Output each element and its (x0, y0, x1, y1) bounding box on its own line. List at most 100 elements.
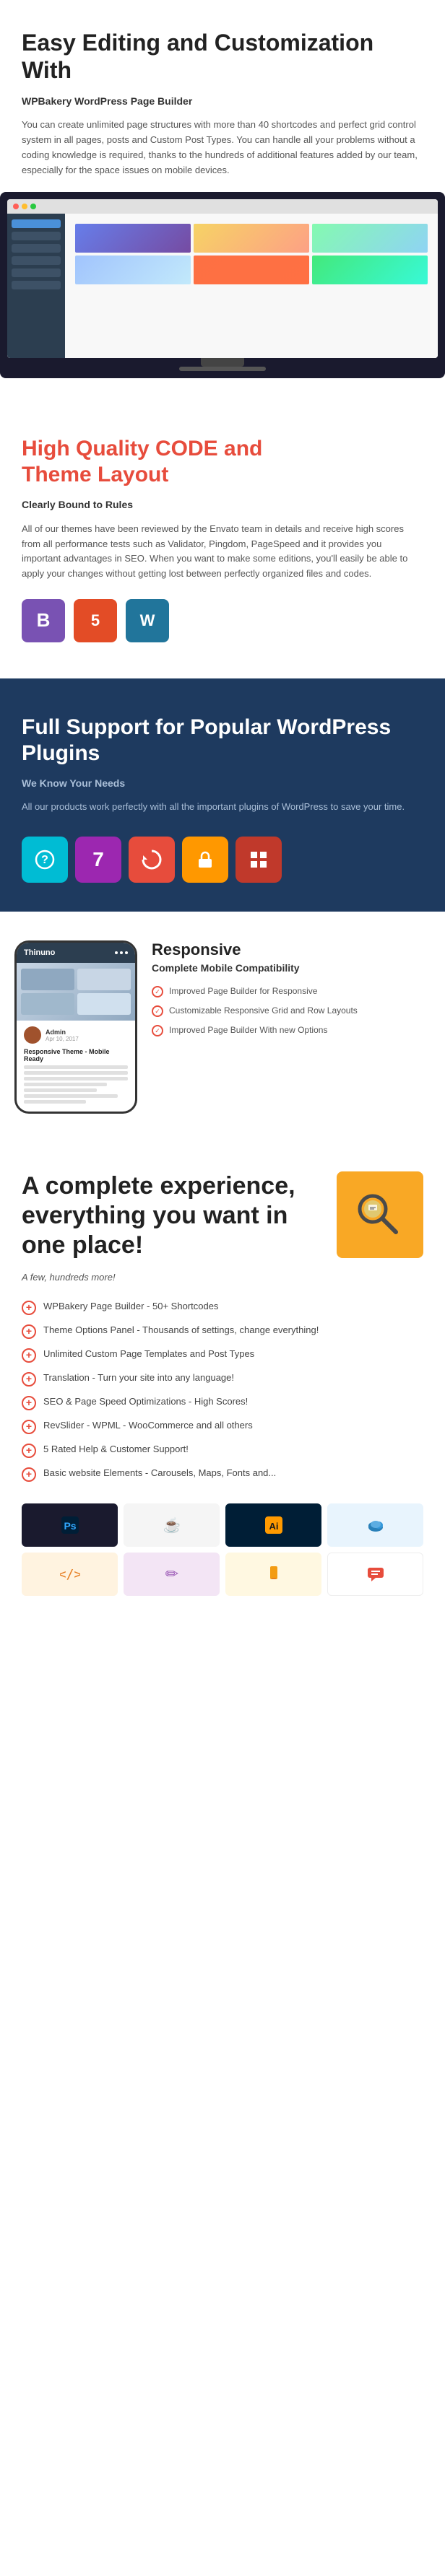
dot-red (13, 204, 19, 209)
tools-grid: Ps ☕ Ai (22, 1503, 423, 1596)
tool-icon-5: </> (22, 1553, 118, 1596)
revolution-icon (129, 837, 175, 883)
text-line-6 (24, 1094, 118, 1098)
editing-title: Easy Editing and Customization With (22, 29, 423, 84)
support-description: All our products work perfectly with all… (22, 800, 423, 815)
sidebar-item-5 (12, 268, 61, 277)
sidebar-item-4 (12, 256, 61, 265)
laptop-stand (201, 358, 244, 367)
grid-icon (236, 837, 282, 883)
tech-icons: B 5 W (22, 599, 423, 642)
mobile-author-row: Admin Apr 10, 2017 (24, 1026, 128, 1044)
grid-svg (249, 850, 269, 870)
dot-green (30, 204, 36, 209)
feature-plus-4: + (22, 1372, 36, 1387)
complete-tagline: A few, hundreds more! (22, 1272, 423, 1283)
code-title: High Quality CODE andTheme Layout (22, 436, 423, 488)
code-description: All of our themes have been reviewed by … (22, 522, 423, 582)
sidebar-item-6 (12, 281, 61, 289)
section-complete: A complete experience, everything you wa… (0, 1143, 445, 1641)
responsive-feature-text-1: Improved Page Builder for Responsive (169, 985, 317, 997)
grid-cards (71, 219, 432, 289)
text-line-2 (24, 1071, 128, 1075)
mobile-logo: Thinuno (24, 948, 55, 957)
plugin-icons: ? 7 (22, 837, 423, 883)
feature-text-3: Unlimited Custom Page Templates and Post… (43, 1348, 254, 1361)
mobile-avatar (24, 1026, 41, 1044)
mobile-nav-dots (115, 951, 128, 954)
mobile-text-block (24, 1065, 128, 1104)
section-responsive: Thinuno Admin Apr 10, 2017 (0, 912, 445, 1143)
feature-text-5: SEO & Page Speed Optimizations - High Sc… (43, 1395, 248, 1408)
dot-yellow (22, 204, 27, 209)
nav-dot-1 (115, 951, 118, 954)
responsive-feature-2: Customizable Responsive Grid and Row Lay… (152, 1005, 431, 1017)
feature-item-7: + 5 Rated Help & Customer Support! (22, 1443, 423, 1458)
tool-icon-8 (327, 1553, 423, 1596)
coffee-icon-svg: ☕ (161, 1514, 183, 1536)
svg-text:✏: ✏ (165, 1565, 178, 1583)
check-icon-3 (152, 1025, 163, 1036)
tool-icon-7 (225, 1553, 321, 1596)
code-title-part1: High Quality (22, 437, 155, 460)
feature-text-1: WPBakery Page Builder - 50+ Shortcodes (43, 1300, 218, 1313)
mobile-post-title: Responsive Theme - Mobile Ready (24, 1048, 128, 1062)
sidebar-item-1 (12, 219, 61, 228)
svg-text:Ps: Ps (64, 1520, 76, 1532)
quform-svg: ? (33, 848, 56, 871)
wordpress-icon: W (126, 599, 169, 642)
laptop-content-area (7, 214, 438, 358)
feature-plus-1: + (22, 1301, 36, 1315)
quform-icon: ? (22, 837, 68, 883)
mobile-author-info: Admin Apr 10, 2017 (46, 1029, 79, 1042)
feature-text-4: Translation - Turn your site into any la… (43, 1371, 234, 1384)
mobile-hero-grid (17, 964, 135, 1019)
grid-card-2 (194, 224, 309, 253)
grid-card-5 (194, 256, 309, 284)
cloud-icon-svg (366, 1515, 386, 1535)
svg-text:?: ? (41, 854, 48, 866)
feature-item-6: + RevSlider - WPML - WooCommerce and all… (22, 1419, 423, 1434)
grid-card-3 (312, 224, 428, 253)
tools-grid-container: Ps ☕ Ai (22, 1503, 423, 1596)
check-icon-2 (152, 1005, 163, 1017)
feature-plus-5: + (22, 1396, 36, 1410)
feature-plus-3: + (22, 1348, 36, 1363)
feature-text-6: RevSlider - WPML - WooCommerce and all o… (43, 1419, 253, 1432)
editing-description: You can create unlimited page structures… (22, 118, 423, 178)
tool-icon-3: Ai (225, 1503, 321, 1547)
seven-icon: 7 (75, 837, 121, 883)
svg-text:☕: ☕ (163, 1516, 181, 1534)
text-line-5 (24, 1088, 97, 1092)
code-icon-svg: </> (60, 1564, 80, 1584)
text-line-1 (24, 1065, 128, 1069)
feature-text-8: Basic website Elements - Carousels, Maps… (43, 1467, 276, 1480)
tool-icon-2: ☕ (124, 1503, 220, 1547)
responsive-feature-1: Improved Page Builder for Responsive (152, 985, 431, 997)
support-subtitle: We Know Your Needs (22, 775, 423, 791)
responsive-features-list: Improved Page Builder for Responsive Cus… (152, 985, 431, 1036)
feature-item-1: + WPBakery Page Builder - 50+ Shortcodes (22, 1300, 423, 1315)
feature-text-2: Theme Options Panel - Thousands of setti… (43, 1324, 319, 1337)
responsive-feature-3: Improved Page Builder With new Options (152, 1024, 431, 1036)
code-title-highlight: CODE (155, 437, 218, 460)
mobile-icon-svg (264, 1564, 284, 1584)
feature-item-2: + Theme Options Panel - Thousands of set… (22, 1324, 423, 1339)
laptop-titlebar (7, 199, 438, 214)
text-line-3 (24, 1077, 128, 1080)
lock-svg (195, 850, 215, 870)
experience-svg (351, 1186, 409, 1244)
svg-text:</>: </> (60, 1567, 80, 1582)
hero-grid-3 (21, 993, 74, 1015)
laptop-base (179, 367, 266, 371)
bootstrap-icon: B (22, 599, 65, 642)
grid-card-1 (75, 224, 191, 253)
feature-plus-6: + (22, 1420, 36, 1434)
code-subtitle: Clearly Bound to Rules (22, 497, 423, 512)
section-code: High Quality CODE andTheme Layout Clearl… (0, 400, 445, 678)
feature-plus-2: + (22, 1324, 36, 1339)
section-editing: Easy Editing and Customization With WPBa… (0, 0, 445, 400)
tool-icon-6: ✏ (124, 1553, 220, 1596)
design-icon-svg: ✏ (162, 1564, 182, 1584)
responsive-info: Responsive Complete Mobile Compatibility… (152, 940, 431, 1044)
